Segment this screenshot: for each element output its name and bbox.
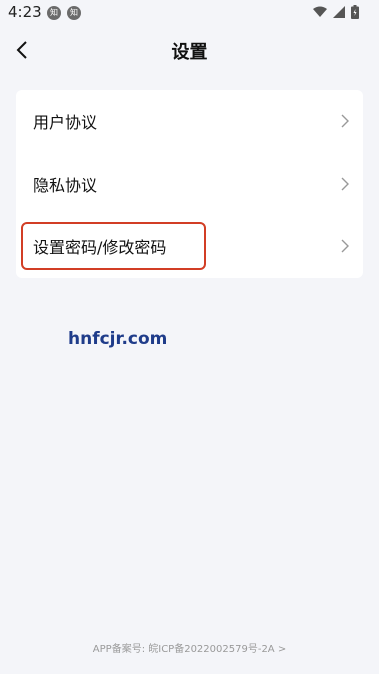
zhihu-notification-icon: 知 — [67, 6, 81, 20]
user-agreement-label: 用户协议 — [33, 113, 98, 133]
chevron-right-icon — [341, 114, 349, 128]
watermark: hnfcjr.com — [68, 329, 168, 349]
signal-icon — [333, 6, 345, 18]
chevron-right-icon — [341, 177, 349, 191]
user-agreement-item[interactable]: 用户协议 — [16, 90, 363, 153]
header: 设置 — [0, 26, 379, 74]
icp-footer-link[interactable]: APP备案号: 皖ICP备2022002579号-2A > — [0, 640, 379, 655]
settings-card: 用户协议 隐私协议 设置密码/修改密码 — [16, 90, 363, 278]
status-icons — [313, 5, 359, 19]
privacy-agreement-label: 隐私协议 — [33, 175, 98, 195]
privacy-agreement-item[interactable]: 隐私协议 — [16, 153, 363, 216]
battery-icon — [351, 5, 359, 19]
chevron-right-icon — [341, 239, 349, 253]
wifi-icon — [313, 6, 327, 17]
set-password-label: 设置密码/修改密码 — [33, 238, 167, 258]
status-bar: 4:23 知 知 — [0, 0, 379, 26]
set-password-item[interactable]: 设置密码/修改密码 — [16, 215, 363, 278]
status-time: 4:23 — [8, 3, 42, 21]
page-title: 设置 — [171, 42, 208, 63]
zhihu-notification-icon: 知 — [47, 6, 61, 20]
